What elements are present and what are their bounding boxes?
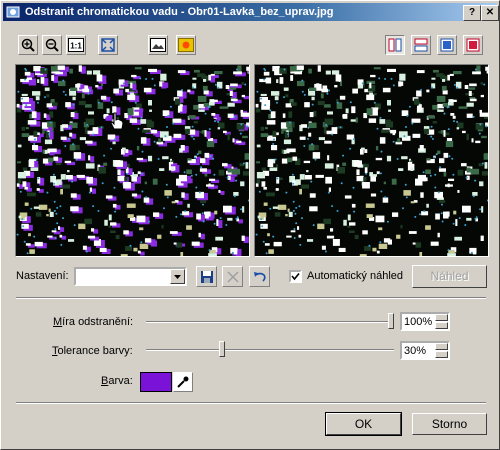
zoom-out-button[interactable] bbox=[42, 35, 62, 55]
single-before-button[interactable] bbox=[437, 35, 457, 55]
fit-window-icon bbox=[101, 38, 115, 52]
tolerance-value: 30% bbox=[404, 345, 427, 357]
window-title: Odstranit chromatickou vadu - Obr01-Lavk… bbox=[25, 6, 334, 18]
zoom-in-icon bbox=[21, 38, 35, 52]
amount-spinbox[interactable]: 100% bbox=[400, 312, 450, 331]
preview-after[interactable] bbox=[254, 64, 489, 257]
help-button[interactable]: ? bbox=[463, 5, 481, 21]
hand-cursor-icon bbox=[110, 112, 124, 130]
color-swatch[interactable] bbox=[140, 372, 172, 392]
sun-button[interactable] bbox=[176, 35, 196, 55]
app-icon bbox=[6, 6, 20, 18]
settings-label: Nastavení: bbox=[16, 270, 69, 282]
save-preset-button[interactable] bbox=[196, 266, 217, 287]
tolerance-slider-thumb[interactable] bbox=[218, 341, 225, 357]
tolerance-down-button[interactable] bbox=[435, 351, 448, 358]
chevron-down-icon bbox=[174, 274, 181, 279]
split-vertical-icon bbox=[388, 38, 402, 52]
split-vertical-button[interactable] bbox=[385, 35, 405, 55]
preview-before[interactable] bbox=[15, 64, 250, 257]
actual-size-button[interactable]: 1:1 bbox=[66, 35, 86, 55]
color-label-text: arva: bbox=[108, 375, 133, 387]
single-before-icon bbox=[440, 38, 454, 52]
bottom-separator bbox=[16, 402, 486, 404]
actual-size-icon: 1:1 bbox=[68, 38, 84, 52]
title-bar[interactable]: Odstranit chromatickou vadu - Obr01-Lavk… bbox=[3, 3, 499, 21]
eyedropper-button[interactable] bbox=[173, 372, 193, 392]
cancel-button[interactable]: Storno bbox=[412, 413, 487, 435]
amount-down-button[interactable] bbox=[435, 322, 448, 329]
preview-button[interactable]: Náhled bbox=[412, 265, 487, 288]
delete-preset-button[interactable] bbox=[222, 266, 243, 287]
zoom-out-icon bbox=[45, 38, 59, 52]
after-image bbox=[255, 65, 488, 256]
zoom-in-button[interactable] bbox=[18, 35, 38, 55]
dialog-window: Odstranit chromatickou vadu - Obr01-Lavk… bbox=[0, 0, 500, 450]
split-horizontal-button[interactable] bbox=[411, 35, 431, 55]
dropdown-arrow[interactable] bbox=[170, 269, 185, 284]
color-label: Barva: bbox=[101, 375, 133, 387]
fit-window-button[interactable] bbox=[98, 35, 118, 55]
amount-label-text: íra odstranění: bbox=[62, 316, 134, 328]
tolerance-label-text: olerance barvy: bbox=[57, 345, 133, 357]
image-button[interactable] bbox=[148, 35, 168, 55]
auto-preview-checkbox[interactable] bbox=[289, 270, 302, 283]
tolerance-label: Tolerance barvy: bbox=[52, 345, 133, 357]
single-after-button[interactable] bbox=[463, 35, 483, 55]
amount-value: 100% bbox=[404, 316, 433, 328]
amount-label-accel: M bbox=[53, 316, 63, 328]
reset-button[interactable] bbox=[249, 266, 270, 287]
delete-icon bbox=[226, 270, 239, 283]
amount-label: Míra odstranění: bbox=[53, 316, 133, 328]
separator bbox=[16, 297, 486, 299]
check-icon bbox=[291, 272, 300, 281]
before-image bbox=[16, 65, 249, 256]
ok-button[interactable]: OK bbox=[325, 412, 402, 436]
eyedropper-icon bbox=[177, 376, 189, 388]
floppy-icon bbox=[200, 270, 213, 283]
close-button[interactable]: ✕ bbox=[481, 5, 499, 21]
preset-combo[interactable] bbox=[74, 267, 187, 286]
sun-icon bbox=[178, 38, 194, 52]
amount-slider-thumb[interactable] bbox=[388, 313, 394, 329]
split-horizontal-icon bbox=[414, 38, 428, 52]
auto-preview-label[interactable]: Automatický náhled bbox=[307, 270, 403, 282]
tolerance-slider-track[interactable] bbox=[146, 349, 394, 351]
tolerance-spinbox[interactable]: 30% bbox=[400, 341, 450, 360]
amount-up-button[interactable] bbox=[435, 314, 448, 321]
tolerance-up-button[interactable] bbox=[435, 343, 448, 350]
undo-icon bbox=[253, 271, 266, 282]
image-icon bbox=[150, 38, 166, 52]
actual-size-label: 1:1 bbox=[70, 42, 82, 51]
single-after-icon bbox=[466, 38, 480, 52]
amount-slider-track[interactable] bbox=[146, 321, 394, 323]
